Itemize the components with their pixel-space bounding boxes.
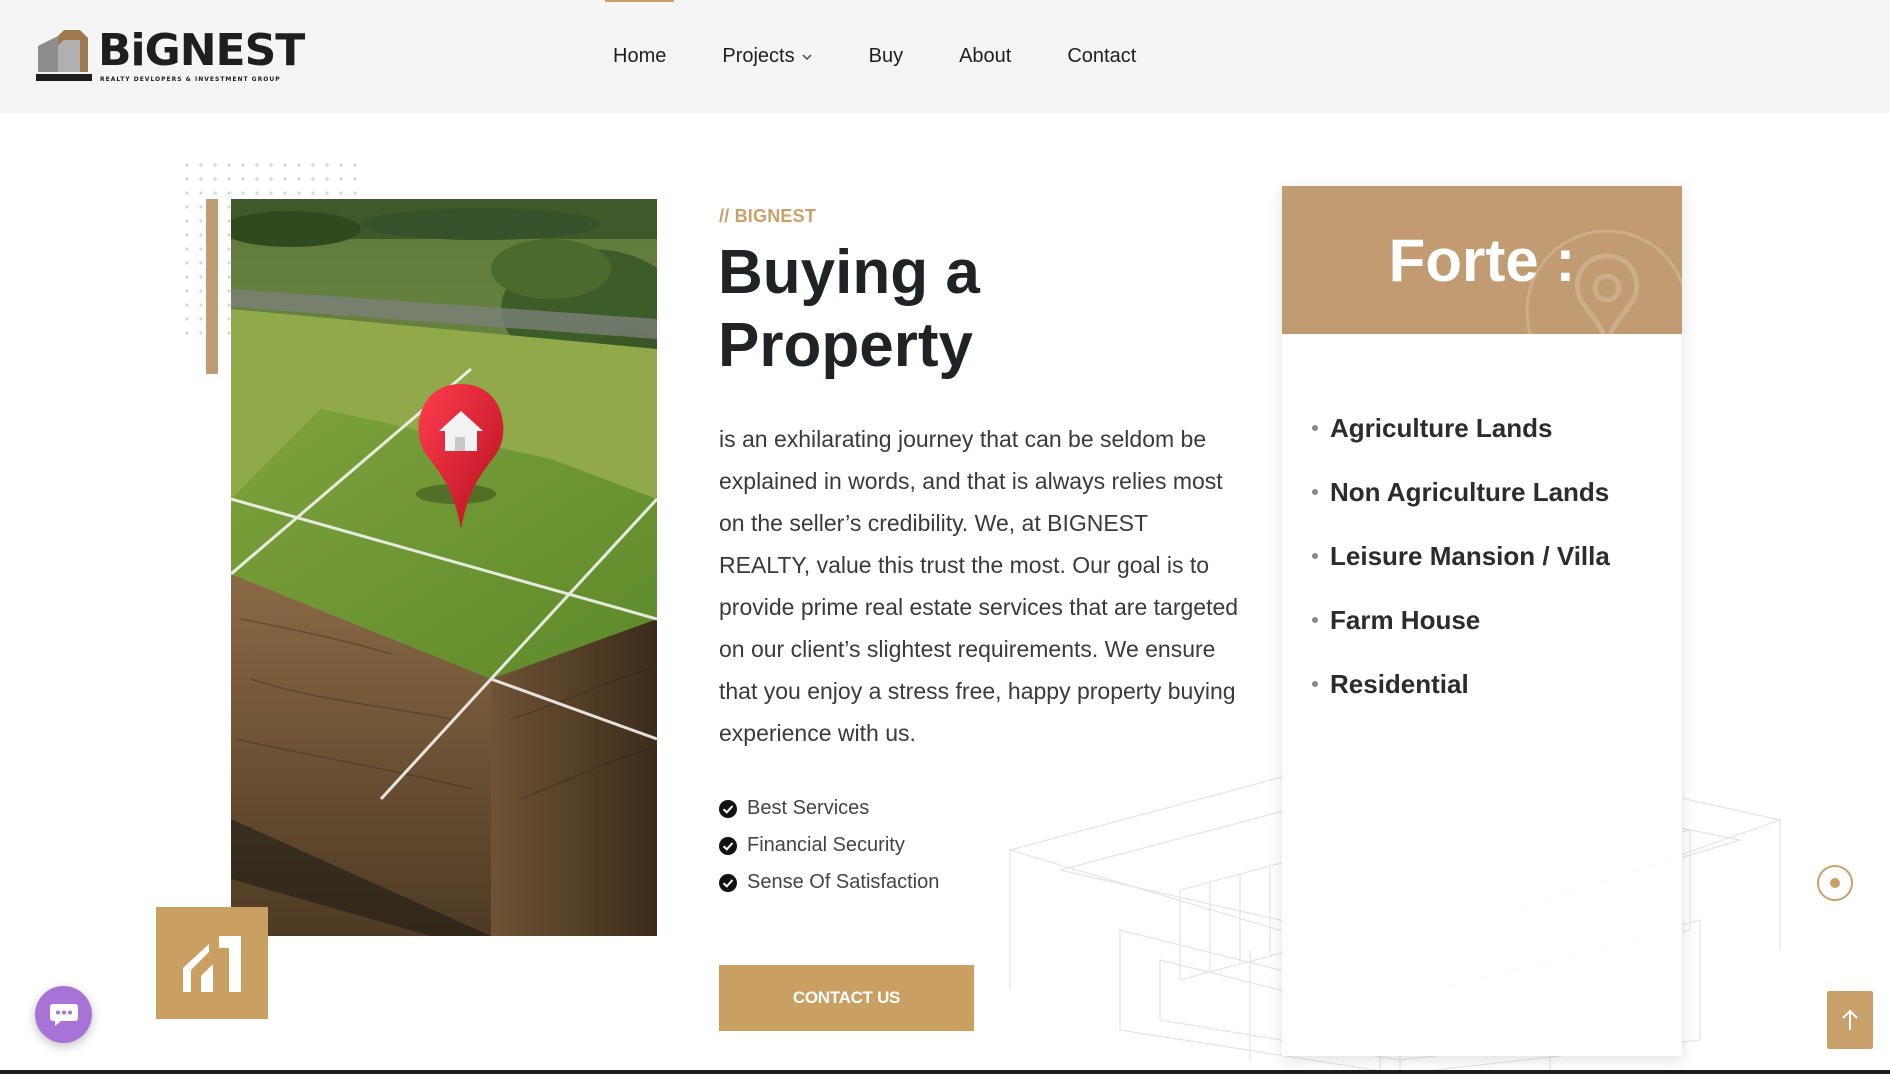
bullet-dot: [1312, 489, 1318, 495]
nav-home-label: Home: [613, 45, 667, 67]
forte-item-label: Residential: [1330, 668, 1469, 699]
forte-list: Agriculture Lands Non Agriculture Lands …: [1312, 396, 1610, 716]
nav-projects-label: Projects: [722, 45, 795, 67]
checklist-item: Best Services: [719, 790, 939, 827]
nav-projects[interactable]: Projects: [694, 0, 840, 113]
nav-contact-label: Contact: [1067, 45, 1137, 67]
forte-list-item: Farm House: [1312, 588, 1610, 652]
cursor-follower-circle: [1817, 865, 1853, 901]
house-logo-badge: [156, 907, 268, 1019]
site-header: BiGNEST REALTY DEVLOPERS & INVESTMENT GR…: [0, 0, 1890, 113]
forte-item-label: Agriculture Lands: [1330, 412, 1553, 443]
forte-list-item: Leisure Mansion / Villa: [1312, 524, 1610, 588]
chat-widget-button[interactable]: [35, 986, 92, 1043]
bullet-dot: [1312, 617, 1318, 623]
title-line-1: Buying a: [718, 238, 980, 307]
checklist-item: Financial Security: [719, 827, 939, 864]
decorative-gold-bar: [206, 199, 218, 374]
section-title: Buying a Property: [718, 236, 1138, 382]
check-circle-icon: [719, 873, 737, 892]
nav-about-label: About: [959, 45, 1012, 67]
bullet-dot: [1312, 425, 1318, 431]
bullet-dot: [1312, 681, 1318, 687]
nav-contact[interactable]: Contact: [1039, 0, 1164, 113]
forte-card-header: Forte :: [1282, 186, 1682, 334]
chat-bubble-icon: [49, 1003, 78, 1026]
benefits-checklist: Best Services Financial Security Sense O…: [719, 790, 939, 901]
scroll-to-top-button[interactable]: [1827, 991, 1873, 1049]
site-logo[interactable]: BiGNEST REALTY DEVLOPERS & INVESTMENT GR…: [36, 24, 305, 86]
forte-item-label: Non Agriculture Lands: [1330, 476, 1610, 507]
chevron-down-icon: [802, 54, 812, 60]
nav-buy[interactable]: Buy: [841, 0, 931, 113]
checklist-item-label: Sense Of Satisfaction: [747, 871, 940, 893]
hero-land-image: [231, 199, 657, 936]
nav-about[interactable]: About: [931, 0, 1039, 113]
forte-card: Forte : Agriculture Lands Non Agricultur…: [1282, 186, 1682, 1056]
arrow-up-icon: [1842, 1009, 1858, 1030]
contact-us-button[interactable]: CONTACT US: [719, 965, 974, 1031]
nav-home[interactable]: Home: [585, 0, 694, 113]
checklist-item-label: Financial Security: [747, 834, 905, 856]
forte-list-item: Residential: [1312, 652, 1610, 716]
forte-item-label: Leisure Mansion / Villa: [1330, 540, 1610, 571]
land-plot-illustration: [231, 199, 657, 936]
bullet-dot: [1312, 553, 1318, 559]
logo-tagline: REALTY DEVLOPERS & INVESTMENT GROUP: [100, 76, 281, 83]
forte-list-item: Non Agriculture Lands: [1312, 460, 1610, 524]
check-circle-icon: [719, 799, 737, 818]
checklist-item-label: Best Services: [747, 797, 870, 819]
logo-house-icon: [36, 30, 92, 81]
forte-item-label: Farm House: [1330, 604, 1481, 635]
nav-buy-label: Buy: [868, 45, 904, 67]
cursor-dot: [1830, 878, 1840, 888]
forte-title: Forte :: [1388, 226, 1576, 294]
title-line-2: Property: [718, 311, 973, 380]
house-logo-icon: [183, 936, 241, 992]
section-eyebrow: // BIGNEST: [719, 206, 817, 226]
checklist-item: Sense Of Satisfaction: [719, 864, 939, 901]
logo-wordmark: BiGNEST: [98, 25, 305, 76]
check-circle-icon: [719, 836, 737, 855]
forte-list-item: Agriculture Lands: [1312, 396, 1610, 460]
main-nav: Home Projects Buy About Contact: [585, 0, 1164, 113]
page-bottom-edge: [0, 1070, 1890, 1074]
